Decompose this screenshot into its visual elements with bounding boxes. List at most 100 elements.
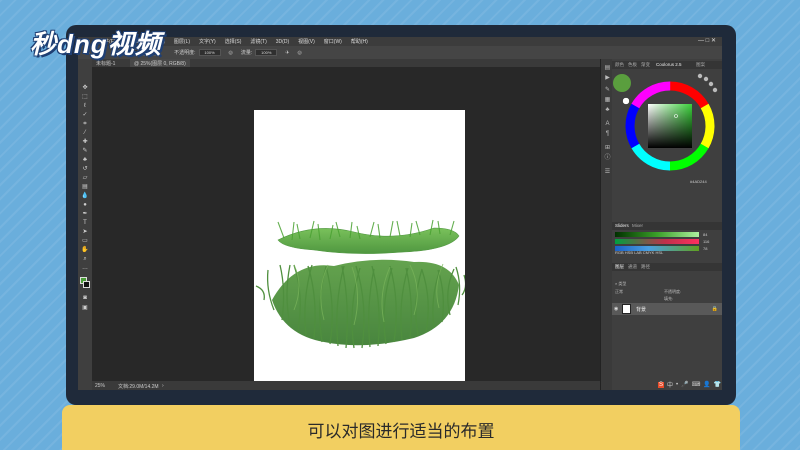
type-tool-icon[interactable]: T	[81, 220, 89, 226]
gradient-tool-icon[interactable]: ▤	[81, 184, 89, 190]
airbrush-icon[interactable]: ✈	[285, 50, 289, 56]
right-panels: 颜色 色板 渐变 Coolorus 2.5 图案 #4AD244 Sliders…	[612, 59, 722, 390]
shape-tool-icon[interactable]: ▭	[81, 238, 89, 244]
visibility-eye-icon[interactable]: ◉	[614, 306, 618, 312]
tab-layers[interactable]: 图层	[615, 264, 624, 270]
tab-gradients[interactable]: 渐变	[641, 62, 650, 68]
sliders-tabs: Sliders Mixer	[612, 222, 722, 230]
current-color-swatch	[613, 74, 631, 92]
color-panel-tabs: 颜色 色板 渐变 Coolorus 2.5 图案	[612, 61, 722, 69]
layer-kind-filter[interactable]: ⌕ 类型	[615, 281, 626, 287]
quick-select-tool-icon[interactable]: ✓	[81, 112, 89, 118]
marquee-tool-icon[interactable]: ⬚	[81, 94, 89, 100]
tab-sliders[interactable]: Sliders	[615, 223, 629, 228]
tab-channels[interactable]: 通道	[628, 264, 637, 270]
info-panel-icon[interactable]: ⓘ	[604, 155, 611, 161]
canvas-area[interactable]	[92, 67, 600, 390]
flow-input[interactable]: 100%	[255, 49, 278, 56]
status-arrow-icon[interactable]: ›	[162, 383, 164, 389]
quick-mask-icon[interactable]: ◙	[81, 295, 89, 301]
slider-g-value: 116	[703, 239, 710, 244]
punctuation-icon[interactable]: •	[676, 382, 678, 388]
opacity-input[interactable]: 100%	[198, 49, 221, 56]
subtitle-text: 可以对图进行适当的布置	[307, 422, 495, 442]
blur-tool-icon[interactable]: 💧	[81, 193, 89, 199]
document-canvas[interactable]	[254, 110, 467, 390]
lasso-tool-icon[interactable]: ℓ	[81, 103, 89, 109]
brush-presets-icon[interactable]: ▦	[604, 97, 611, 103]
character-panel-icon[interactable]: A	[604, 121, 611, 127]
tab-coolorus[interactable]: Coolorus 2.5	[656, 62, 682, 67]
move-tool-icon[interactable]: ✥	[81, 85, 89, 91]
options-bar: ✎ ●▾ 模式: 正常 不透明度: 100% ◎ 流量: 100% ✈ ◎	[78, 46, 722, 59]
hex-readout: #4AD244	[690, 179, 707, 184]
blend-mode-select[interactable]: 正常	[615, 289, 623, 295]
properties-panel-icon[interactable]: ☰	[604, 169, 611, 175]
pen-tool-icon[interactable]: ✒	[81, 211, 89, 217]
zoom-readout[interactable]: 25%	[95, 383, 105, 389]
tab-paths[interactable]: 路径	[641, 264, 650, 270]
menu-layer[interactable]: 图层(L)	[174, 38, 190, 45]
brush-panel-icon[interactable]: ✎	[604, 87, 611, 93]
layer-name: 背景	[636, 307, 647, 313]
previous-color-swatch	[622, 97, 630, 105]
tab-patterns[interactable]: 图案	[696, 62, 705, 68]
zoom-tool-icon[interactable]: ⌕	[81, 256, 89, 262]
menu-select[interactable]: 选择(S)	[225, 38, 242, 45]
skin-icon[interactable]: 👕	[714, 381, 721, 388]
clone-source-icon[interactable]: ♣	[604, 107, 611, 113]
eyedropper-tool-icon[interactable]: ⁄	[81, 130, 89, 136]
layer-fill-label[interactable]: 填充:	[664, 296, 673, 302]
path-select-icon[interactable]: ➤	[81, 229, 89, 235]
dodge-tool-icon[interactable]: ●	[81, 202, 89, 208]
more-tools-icon[interactable]: …	[81, 265, 89, 271]
crop-tool-icon[interactable]: ⌗	[81, 121, 89, 127]
color-wheel[interactable]	[612, 69, 722, 189]
pressure-icon[interactable]: ◎	[229, 50, 233, 56]
tablet-icon[interactable]: ◎	[297, 50, 301, 56]
layer-item-background[interactable]: ◉ 背景 🔒	[612, 303, 722, 315]
eraser-tool-icon[interactable]: ▱	[81, 175, 89, 181]
menu-bar: Ps 文件(F) 编辑(E) 图像(I) 图层(L) 文字(Y) 选择(S) 滤…	[78, 37, 722, 46]
menu-filter[interactable]: 滤镜(T)	[250, 38, 266, 45]
slider-g[interactable]	[615, 239, 699, 244]
person-icon[interactable]: 👤	[703, 381, 710, 388]
slider-r[interactable]	[615, 232, 699, 237]
hand-tool-icon[interactable]: ✋	[81, 247, 89, 253]
tab-color[interactable]: 颜色	[615, 62, 624, 68]
wheel-mode-icons	[697, 73, 718, 93]
window-controls[interactable]: — □ ✕	[698, 37, 716, 44]
menu-help[interactable]: 帮助(H)	[351, 38, 368, 45]
keyboard-icon[interactable]: ⌨	[692, 381, 701, 388]
opacity-label: 不透明度:	[174, 50, 196, 56]
brand-logo: 秒dng视频	[30, 29, 162, 59]
tool-presets-icon[interactable]: ⊞	[604, 145, 611, 151]
actions-panel-icon[interactable]: ▶	[604, 75, 611, 81]
brush-tool-icon-side[interactable]: ✎	[81, 148, 89, 154]
subtitle-bar: 可以对图进行适当的布置	[62, 405, 740, 450]
document-tabs: 未标题-1 @ 25%(图层 0, RGB/8)	[92, 59, 600, 67]
history-brush-icon[interactable]: ↺	[81, 166, 89, 172]
mic-icon[interactable]: 🎤	[681, 381, 688, 388]
stamp-tool-icon[interactable]: ♣	[81, 157, 89, 163]
layer-opacity-label[interactable]: 不透明度:	[664, 289, 681, 295]
layers-tabs: 图层 通道 路径	[612, 263, 722, 271]
color-model-tabs[interactable]: RGB HSB LAB CMYK HSL	[615, 250, 663, 255]
kind-label: 类型	[618, 281, 627, 286]
menu-3d[interactable]: 3D(D)	[276, 39, 289, 45]
ime-icon[interactable]: S	[658, 381, 665, 388]
slider-b-value: 78	[703, 246, 708, 251]
menu-type[interactable]: 文字(Y)	[199, 38, 216, 45]
history-panel-icon[interactable]: ▤	[604, 65, 611, 71]
input-mode-icon[interactable]: 中	[667, 380, 673, 389]
screen-mode-icon[interactable]: ▣	[81, 305, 89, 311]
healing-tool-icon[interactable]: ✚	[81, 139, 89, 145]
lock-icon: 🔒	[711, 306, 718, 312]
tab-mixer[interactable]: Mixer	[632, 223, 643, 228]
background-color-swatch[interactable]	[83, 281, 90, 288]
paragraph-panel-icon[interactable]: ¶	[604, 131, 611, 137]
layer-thumbnail	[622, 304, 631, 314]
menu-view[interactable]: 视图(V)	[298, 38, 315, 45]
menu-window[interactable]: 窗口(W)	[324, 38, 342, 45]
tab-swatches[interactable]: 色板	[628, 62, 637, 68]
